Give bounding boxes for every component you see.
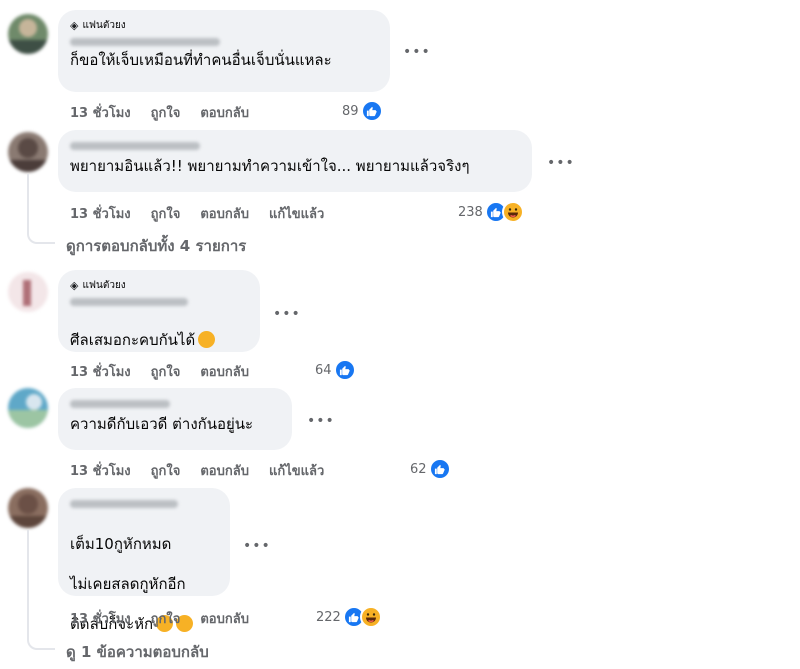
comment-text: พยายามอินแล้ว!! พยายามทำความเข้าใจ... พย…	[70, 157, 470, 175]
comment-text: ศีลเสมอกะคบกันได้	[70, 310, 248, 350]
more-dots-icon[interactable]: •••	[547, 155, 575, 171]
comment-actions: 13 ชั่วโมง ถูกใจ ตอบกลับ แก้ไขแล้ว	[70, 460, 344, 481]
like-reaction-icon	[360, 100, 383, 122]
reply-button[interactable]: ตอบกลับ	[200, 608, 249, 629]
comment-bubble: เต็ม10กูหักหมด ไม่เคยสลดกูหักอีก ติดลบก็…	[58, 488, 230, 633]
comment-text: เต็ม10กูหักหมด ไม่เคยสลดกูหักอีก ติดลบก็…	[70, 514, 218, 654]
reply-button[interactable]: ตอบกลับ	[200, 460, 249, 481]
like-button[interactable]: ถูกใจ	[151, 460, 181, 481]
author-name[interactable]	[70, 298, 188, 306]
more-dots-icon[interactable]: •••	[403, 44, 431, 60]
more-dots-icon[interactable]: •••	[243, 538, 271, 554]
author-name[interactable]	[70, 142, 200, 150]
timestamp[interactable]: 13 ชั่วโมง	[70, 203, 131, 224]
timestamp[interactable]: 13 ชั่วโมง	[70, 460, 131, 481]
avatar[interactable]	[8, 488, 48, 528]
comment-bubble: ความดีกับเอวดี ต่างกันอยู่นะ	[58, 388, 292, 450]
author-name[interactable]	[70, 500, 178, 508]
reply-button[interactable]: ตอบกลับ	[200, 102, 249, 123]
comment-bubble: พยายามอินแล้ว!! พยายามทำความเข้าใจ... พย…	[58, 130, 532, 192]
author-name[interactable]	[70, 38, 220, 46]
thread-connector	[27, 530, 55, 650]
edited-label: แก้ไขแล้ว	[268, 207, 325, 222]
more-dots-icon[interactable]: •••	[273, 306, 301, 322]
like-button[interactable]: ถูกใจ	[151, 361, 181, 382]
diamond-fan-icon: ◈	[70, 278, 79, 292]
comment-actions: 13 ชั่วโมง ถูกใจ ตอบกลับ	[70, 361, 269, 382]
avatar[interactable]	[8, 132, 48, 172]
reply-button[interactable]: ตอบกลับ	[200, 361, 249, 382]
avatar[interactable]	[8, 272, 48, 312]
haha-reaction-icon	[359, 606, 382, 628]
edited-label: แก้ไขแล้ว	[268, 464, 325, 479]
like-button[interactable]: ถูกใจ	[151, 608, 181, 629]
reaction-summary[interactable]: 64	[315, 359, 356, 381]
like-button[interactable]: ถูกใจ	[151, 203, 181, 224]
reaction-summary[interactable]: 89	[342, 100, 383, 122]
avatar[interactable]	[8, 388, 48, 428]
laughing-emoji-icon	[198, 331, 216, 348]
thread-connector	[27, 174, 55, 244]
comment-actions: 13 ชั่วโมง ถูกใจ ตอบกลับ แก้ไขแล้ว	[70, 203, 344, 224]
author-name[interactable]	[70, 400, 170, 408]
more-dots-icon[interactable]: •••	[307, 413, 335, 429]
comment-text: ก็ขอให้เจ็บเหมือนที่ทำคนอื่นเจ็บนั่นแหละ	[70, 51, 332, 69]
fan-badge: ◈ แฟนตัวยง	[70, 18, 126, 32]
comment-text: ความดีกับเอวดี ต่างกันอยู่นะ	[70, 415, 254, 433]
timestamp[interactable]: 13 ชั่วโมง	[70, 361, 131, 382]
view-replies-link[interactable]: ดู 1 ข้อความตอบกลับ	[66, 640, 209, 664]
timestamp[interactable]: 13 ชั่วโมง	[70, 102, 131, 123]
like-reaction-icon	[428, 458, 451, 480]
timestamp[interactable]: 13 ชั่วโมง	[70, 608, 131, 629]
comment-actions: 13 ชั่วโมง ถูกใจ ตอบกลับ	[70, 608, 269, 629]
like-reaction-icon	[333, 359, 356, 381]
fan-badge: ◈ แฟนตัวยง	[70, 278, 126, 292]
reaction-summary[interactable]: 238	[458, 201, 524, 223]
comment-actions: 13 ชั่วโมง ถูกใจ ตอบกลับ	[70, 102, 269, 123]
avatar[interactable]	[8, 14, 48, 54]
haha-reaction-icon	[501, 201, 524, 223]
reaction-summary[interactable]: 222	[316, 606, 382, 628]
comment-bubble: ◈ แฟนตัวยง ก็ขอให้เจ็บเหมือนที่ทำคนอื่นเ…	[58, 10, 390, 92]
reaction-summary[interactable]: 62	[410, 458, 451, 480]
diamond-fan-icon: ◈	[70, 18, 79, 32]
comment-bubble: ◈ แฟนตัวยง ศีลเสมอกะคบกันได้	[58, 270, 260, 352]
view-replies-link[interactable]: ดูการตอบกลับทั้ง 4 รายการ	[66, 234, 246, 258]
like-button[interactable]: ถูกใจ	[151, 102, 181, 123]
reply-button[interactable]: ตอบกลับ	[200, 203, 249, 224]
